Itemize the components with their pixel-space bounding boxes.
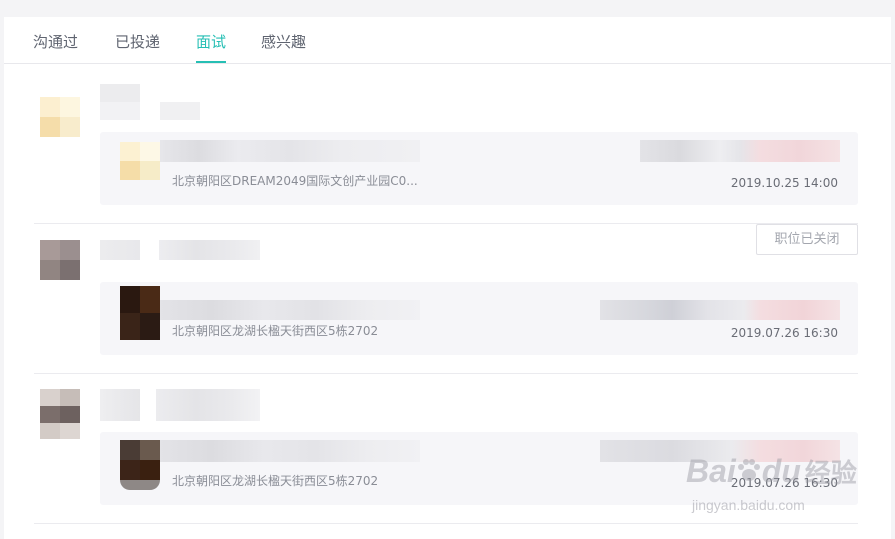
- interview-address: 北京朝阳区DREAM2049国际文创产业园C0...: [172, 174, 418, 188]
- job-title-redacted: [160, 440, 420, 462]
- watermark-product: 经验: [804, 458, 857, 488]
- interview-time: 2019.10.25 14:00: [730, 176, 838, 190]
- tab-communicated[interactable]: 沟通过: [33, 31, 78, 52]
- paw-icon: [736, 455, 762, 481]
- company-avatar: [40, 97, 80, 137]
- interview-time: 2019.07.26 16:30: [730, 326, 838, 340]
- company-name-redacted: [100, 389, 260, 421]
- baidu-jingyan-watermark: Bai du 经验 jingyan.baidu.com: [686, 445, 886, 525]
- interview-card[interactable]: 北京朝阳区DREAM2049国际文创产业园C0... 2019.10.25 14…: [100, 132, 858, 205]
- job-title-redacted: [160, 140, 420, 162]
- company-name-redacted: [100, 240, 260, 260]
- tab-interested[interactable]: 感兴趣: [261, 31, 306, 52]
- interview-card[interactable]: 北京朝阳区龙湖长楹天街西区5栋2702 2019.07.26 16:30: [100, 282, 858, 355]
- company-avatar: [40, 389, 80, 439]
- watermark-url: jingyan.baidu.com: [692, 497, 805, 513]
- row-divider: [34, 223, 858, 224]
- salary-redacted: [640, 140, 840, 162]
- company-avatar: [40, 240, 80, 280]
- interview-address: 北京朝阳区龙湖长楹天街西区5栋2702: [172, 474, 379, 488]
- tab-bar: 沟通过 已投递 面试 感兴趣: [4, 17, 891, 64]
- salary-redacted: [600, 300, 840, 320]
- job-logo: [120, 286, 160, 340]
- company-name-redacted: [100, 84, 200, 120]
- tab-delivered[interactable]: 已投递: [115, 31, 160, 52]
- row-divider: [34, 373, 858, 374]
- job-closed-button[interactable]: 职位已关闭: [756, 224, 858, 255]
- interview-list-panel: 沟通过 已投递 面试 感兴趣 北京朝阳区DREAM2049国际文创产业园C0..…: [4, 17, 891, 539]
- watermark-brand-suffix: du: [761, 453, 801, 489]
- job-logo: [120, 440, 160, 490]
- tab-interview[interactable]: 面试: [196, 31, 226, 52]
- job-logo: [120, 142, 160, 180]
- interview-address: 北京朝阳区龙湖长楹天街西区5栋2702: [172, 324, 379, 338]
- watermark-brand: Bai: [686, 453, 736, 489]
- job-title-redacted: [160, 300, 420, 320]
- active-tab-indicator: [196, 61, 226, 63]
